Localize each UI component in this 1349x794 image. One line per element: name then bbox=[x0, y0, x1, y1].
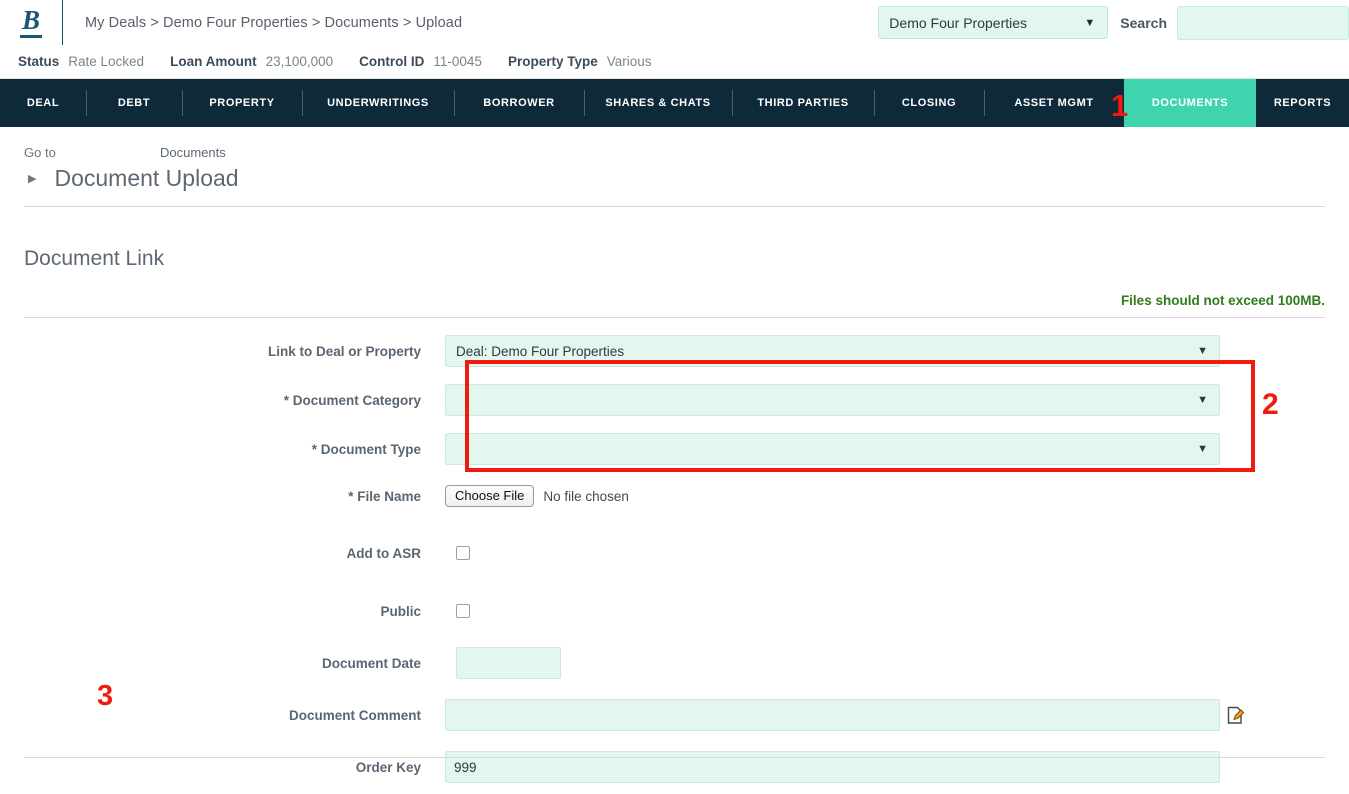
page-title: Document Upload bbox=[54, 165, 239, 191]
link-to-deal-value: Deal: Demo Four Properties bbox=[456, 343, 625, 359]
nav-tab-third-parties[interactable]: THIRD PARTIES bbox=[732, 79, 874, 127]
file-size-notice-row: Files should not exceed 100MB. bbox=[24, 293, 1325, 318]
document-category-select[interactable]: ▼ bbox=[445, 384, 1220, 416]
meta-item-loan-amount: Loan Amount 23,100,000 bbox=[170, 54, 333, 69]
nav-tab-documents[interactable]: DOCUMENTS bbox=[1124, 79, 1256, 127]
meta-value: 11-0045 bbox=[433, 54, 482, 69]
field-row-document-date: Document Date bbox=[24, 643, 1325, 683]
label-order-key: Order Key bbox=[355, 759, 421, 775]
field-row-document-category: * Document Category ▼ bbox=[24, 380, 1325, 420]
nav-tab-shares-and-chats[interactable]: SHARES & CHATS bbox=[584, 79, 732, 127]
file-chosen-status: No file chosen bbox=[543, 488, 629, 504]
deal-meta-bar: Status Rate Locked Loan Amount 23,100,00… bbox=[0, 45, 1349, 79]
chevron-down-icon: ▼ bbox=[1197, 443, 1208, 455]
meta-item-status: Status Rate Locked bbox=[18, 54, 144, 69]
field-row-document-comment: Document Comment bbox=[24, 695, 1325, 735]
nav-tab-debt[interactable]: DEBT bbox=[86, 79, 182, 127]
nav-tab-borrower[interactable]: BORROWER bbox=[454, 79, 584, 127]
search-input[interactable] bbox=[1177, 5, 1349, 40]
logo-letter-icon: B bbox=[19, 7, 42, 38]
document-comment-input[interactable] bbox=[445, 699, 1220, 731]
field-row-file-name: * File Name Choose File No file chosen bbox=[24, 476, 1325, 516]
document-upload-form: Link to Deal or Property Deal: Demo Four… bbox=[24, 331, 1325, 794]
goto-label: Go to bbox=[24, 144, 56, 160]
meta-item-property-type: Property Type Various bbox=[508, 54, 652, 69]
order-key-input[interactable] bbox=[445, 751, 1220, 783]
label-document-type: * Document Type bbox=[311, 441, 421, 457]
field-row-public: Public bbox=[24, 591, 1325, 631]
meta-key: Status bbox=[18, 54, 60, 69]
deal-selector-value: Demo Four Properties bbox=[889, 14, 1028, 31]
choose-file-button[interactable]: Choose File bbox=[445, 485, 535, 507]
meta-key: Property Type bbox=[507, 54, 598, 69]
app-logo[interactable]: B bbox=[0, 0, 62, 45]
nav-tab-asset-mgmt[interactable]: ASSET MGMT bbox=[984, 79, 1124, 127]
deal-selector[interactable]: Demo Four Properties ▼ bbox=[878, 6, 1109, 39]
meta-value: Various bbox=[606, 54, 652, 69]
field-row-link-to-deal: Link to Deal or Property Deal: Demo Four… bbox=[24, 331, 1325, 371]
label-document-category: * Document Category bbox=[283, 392, 421, 408]
search-label: Search bbox=[1120, 14, 1167, 31]
chevron-down-icon: ▼ bbox=[1197, 345, 1208, 357]
goto-value-documents[interactable]: Documents bbox=[160, 145, 226, 160]
label-link-to-deal: Link to Deal or Property bbox=[267, 343, 421, 359]
meta-value: Rate Locked bbox=[68, 54, 145, 69]
nav-tab-property[interactable]: PROPERTY bbox=[182, 79, 302, 127]
field-row-document-type: * Document Type ▼ bbox=[24, 429, 1325, 469]
goto-row: Go to Documents bbox=[24, 127, 1325, 165]
top-bar: B My Deals > Demo Four Properties > Docu… bbox=[0, 0, 1349, 45]
footer-divider bbox=[24, 757, 1325, 758]
chevron-down-icon: ▼ bbox=[1084, 16, 1096, 29]
meta-value: 23,100,000 bbox=[265, 54, 334, 69]
label-document-comment: Document Comment bbox=[288, 707, 421, 723]
label-add-to-asr: Add to ASR bbox=[346, 545, 422, 561]
document-type-select[interactable]: ▼ bbox=[445, 433, 1220, 465]
page-title-row: ▶ Document Upload bbox=[24, 165, 1325, 207]
breadcrumb[interactable]: My Deals > Demo Four Properties > Docume… bbox=[85, 15, 462, 31]
document-date-input[interactable] bbox=[456, 647, 561, 679]
logo-divider bbox=[62, 0, 63, 45]
meta-key: Loan Amount bbox=[170, 54, 257, 69]
nav-tab-closing[interactable]: CLOSING bbox=[874, 79, 984, 127]
nav-tab-underwritings[interactable]: UNDERWRITINGS bbox=[302, 79, 454, 127]
field-row-order-key: Order Key bbox=[24, 747, 1325, 787]
file-size-notice: Files should not exceed 100MB. bbox=[1120, 293, 1325, 308]
section-title-document-link: Document Link bbox=[24, 247, 165, 270]
public-checkbox[interactable] bbox=[456, 604, 470, 618]
field-row-add-to-asr: Add to ASR bbox=[24, 533, 1325, 573]
nav-tab-reports[interactable]: REPORTS bbox=[1256, 79, 1349, 127]
top-bar-right: Demo Four Properties ▼ Search bbox=[878, 0, 1349, 45]
nav-tab-deal[interactable]: DEAL bbox=[0, 79, 86, 127]
main-navigation: DEAL DEBT PROPERTY UNDERWRITINGS BORROWE… bbox=[0, 79, 1349, 127]
label-file-name: * File Name bbox=[348, 488, 421, 504]
meta-item-control-id: Control ID 11-0045 bbox=[359, 54, 482, 69]
link-to-deal-select[interactable]: Deal: Demo Four Properties ▼ bbox=[445, 335, 1220, 367]
page-content: Go to Documents ▶ Document Upload Docume… bbox=[0, 127, 1349, 794]
chevron-down-icon: ▼ bbox=[1197, 394, 1208, 406]
label-document-date: Document Date bbox=[321, 655, 421, 671]
expander-triangle-icon[interactable]: ▶ bbox=[28, 172, 36, 185]
label-public: Public bbox=[380, 603, 421, 619]
edit-comment-icon[interactable] bbox=[1227, 706, 1245, 725]
meta-key: Control ID bbox=[359, 54, 425, 69]
file-input-group[interactable]: Choose File No file chosen bbox=[445, 485, 629, 507]
add-to-asr-checkbox[interactable] bbox=[456, 546, 470, 560]
